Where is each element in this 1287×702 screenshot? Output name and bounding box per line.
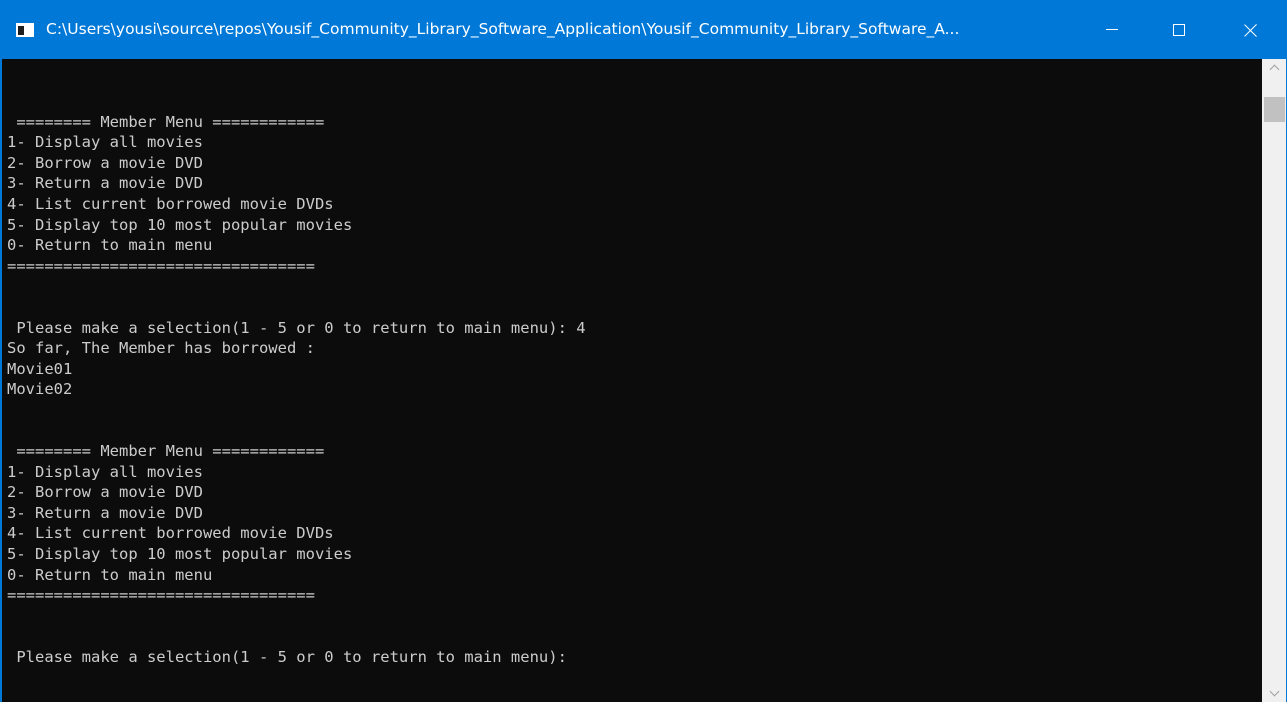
console-line: 1- Display all movies [7, 462, 203, 481]
maximize-icon [1173, 23, 1185, 36]
console-output[interactable]: ======== Member Menu ============ 1- Disp… [2, 59, 1260, 702]
window-title: C:\Users\yousi\source\repos\Yousif_Commu… [46, 20, 960, 38]
scroll-down-button[interactable] [1262, 685, 1286, 702]
console-line: 4- List current borrowed movie DVDs [7, 524, 334, 543]
console-line: ================================= [7, 256, 315, 275]
console-app-icon[interactable] [16, 23, 34, 37]
maximize-button[interactable] [1156, 0, 1202, 59]
chevron-up-icon [1269, 64, 1280, 75]
minimize-icon [1106, 29, 1118, 30]
console-line: Please make a selection(1 - 5 or 0 to re… [7, 648, 577, 667]
console-line: Movie01 [7, 359, 73, 378]
title-bar[interactable]: C:\Users\yousi\source\repos\Yousif_Commu… [2, 0, 1286, 59]
close-button[interactable] [1228, 0, 1274, 59]
chevron-down-icon [1269, 686, 1280, 697]
scroll-up-button[interactable] [1262, 59, 1286, 76]
console-line: 0- Return to main menu [7, 565, 213, 584]
minimize-button[interactable] [1089, 0, 1135, 59]
console-line: Movie02 [7, 380, 73, 399]
console-line: 5- Display top 10 most popular movies [7, 545, 353, 564]
console-line: 0- Return to main menu [7, 236, 213, 255]
console-line: 1- Display all movies [7, 133, 203, 152]
console-line: 5- Display top 10 most popular movies [7, 215, 353, 234]
console-line: So far, The Member has borrowed : [7, 339, 315, 358]
console-line: Please make a selection(1 - 5 or 0 to re… [7, 318, 586, 337]
close-icon [1244, 23, 1258, 37]
console-line: 3- Return a movie DVD [7, 174, 203, 193]
console-line: ================================= [7, 586, 315, 605]
console-line: 3- Return a movie DVD [7, 503, 203, 522]
vertical-scrollbar[interactable] [1262, 59, 1286, 702]
console-line: ======== Member Menu ============ [7, 442, 325, 461]
scrollbar-thumb[interactable] [1264, 97, 1285, 122]
console-line: ======== Member Menu ============ [7, 112, 325, 131]
console-line: 4- List current borrowed movie DVDs [7, 194, 334, 213]
console-line: 2- Borrow a movie DVD [7, 153, 203, 172]
console-line: 2- Borrow a movie DVD [7, 483, 203, 502]
console-window: C:\Users\yousi\source\repos\Yousif_Commu… [0, 0, 1287, 702]
